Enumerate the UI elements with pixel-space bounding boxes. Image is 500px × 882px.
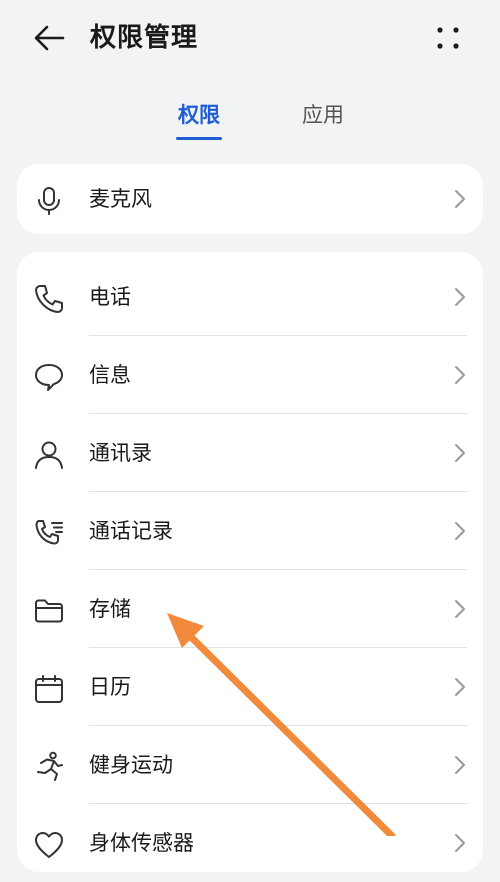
chevron-right-icon [455,288,465,306]
tab-permissions-label: 权限 [178,103,220,127]
heart-icon [35,832,63,858]
folder-icon [35,599,63,623]
chevron-right-icon [455,600,465,618]
permission-list-card: 电话 信息 通讯录 通话记录 存储 日历 健身运动 身体传感器 [17,252,483,872]
tab-apps[interactable]: 应用 [300,96,346,134]
app-bar: 权限管理 [0,0,500,76]
more-dots-icon [437,27,459,49]
chevron-right-icon [455,522,465,540]
running-icon [37,751,63,781]
permission-item-call-log[interactable]: 通话记录 [17,492,483,570]
permission-item-contacts[interactable]: 通讯录 [17,414,483,492]
permission-item-storage[interactable]: 存储 [17,570,483,648]
chevron-right-icon [455,756,465,774]
permission-item-body-sensors[interactable]: 身体传感器 [17,804,483,882]
permission-label: 健身运动 [89,753,173,777]
permission-label: 通话记录 [89,519,173,543]
chevron-right-icon [455,834,465,852]
page-title: 权限管理 [90,23,199,53]
permission-label: 电话 [89,285,131,309]
permission-item-microphone[interactable]: 麦克风 [17,160,483,238]
calendar-icon [35,675,63,703]
permission-item-calendar[interactable]: 日历 [17,648,483,726]
chevron-right-icon [455,444,465,462]
permission-label: 通讯录 [89,441,152,465]
permission-label: 麦克风 [89,187,152,211]
chevron-right-icon [455,366,465,384]
permission-label: 日历 [89,675,131,699]
back-arrow-icon [34,25,65,51]
call-log-icon [35,520,63,545]
tab-active-indicator [176,137,222,140]
permission-item-messages[interactable]: 信息 [17,336,483,414]
more-options-button[interactable] [430,20,466,56]
permission-item-phone[interactable]: 电话 [17,258,483,336]
permission-item-fitness[interactable]: 健身运动 [17,726,483,804]
chevron-right-icon [455,678,465,696]
microphone-card: 麦克风 [17,164,483,234]
phone-icon [35,285,63,313]
message-icon [35,364,63,391]
permission-label: 信息 [89,363,131,387]
back-button[interactable] [28,20,70,56]
chevron-right-icon [455,190,465,208]
permission-label: 存储 [89,597,131,621]
microphone-icon [38,187,60,215]
tab-permissions[interactable]: 权限 [176,96,222,140]
permission-label: 身体传感器 [89,831,194,855]
tab-apps-label: 应用 [302,103,344,127]
contacts-icon [35,441,63,469]
tab-bar: 权限 应用 [0,96,500,142]
